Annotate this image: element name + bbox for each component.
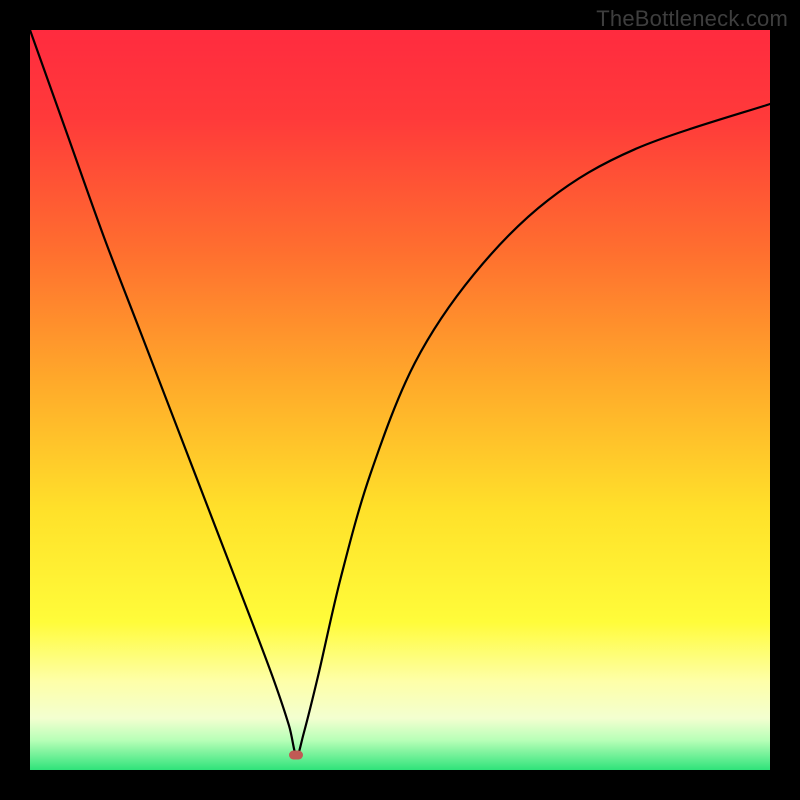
watermark-text: TheBottleneck.com bbox=[596, 6, 788, 32]
curve-minimum-marker bbox=[289, 751, 303, 760]
plot-area bbox=[30, 30, 770, 770]
bottleneck-curve bbox=[30, 30, 770, 770]
chart-frame: TheBottleneck.com bbox=[0, 0, 800, 800]
